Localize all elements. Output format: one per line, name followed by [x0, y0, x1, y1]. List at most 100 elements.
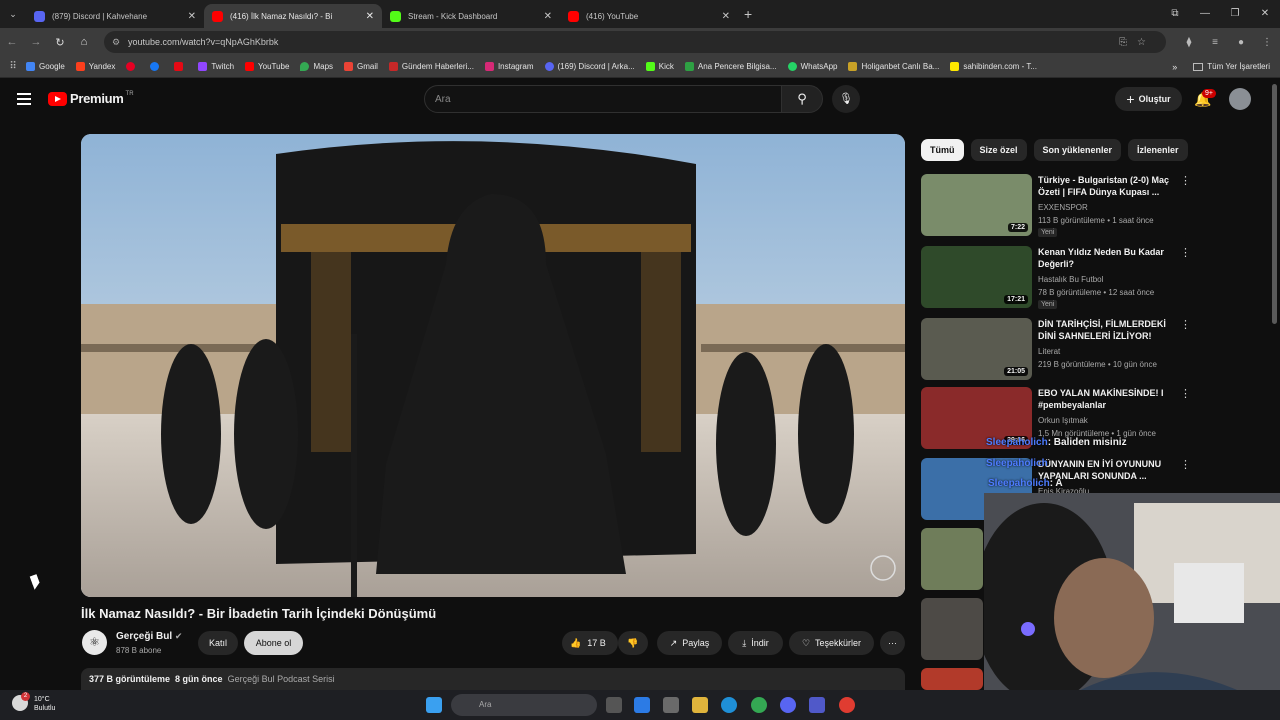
share-button[interactable]: ↗ Paylaş: [657, 631, 722, 655]
store-icon[interactable]: [663, 697, 679, 713]
rec-channel[interactable]: Orkun Işıtmak: [1038, 416, 1170, 425]
subscribe-button[interactable]: Abone ol: [244, 631, 303, 655]
tab-search-icon[interactable]: ⌄: [0, 9, 26, 20]
chip-all[interactable]: Tümü: [921, 139, 964, 161]
create-button[interactable]: + Oluştur: [1115, 87, 1182, 111]
youtube-logo[interactable]: Premium TR: [48, 91, 134, 106]
dislike-button[interactable]: 👎: [618, 631, 648, 655]
bookmark-kick-2[interactable]: Ana Pencere Bilgisa...: [684, 62, 777, 71]
bookmark-instagram[interactable]: Instagram: [484, 62, 534, 71]
rec-title[interactable]: EBO YALAN MAKİNESİNDE! I #pembeyalanlar: [1038, 387, 1170, 411]
recommendation-item[interactable]: 17:21 Kenan Yıldız Neden Bu Kadar Değerl…: [921, 246, 1191, 309]
discord-icon[interactable]: [780, 697, 796, 713]
copilot-icon[interactable]: [634, 697, 650, 713]
bookmark-google[interactable]: Google: [26, 62, 65, 71]
channel-name[interactable]: Gerçeği Bul ✔: [116, 631, 182, 642]
recommendation-item[interactable]: [921, 528, 983, 590]
bookmark-twitch[interactable]: Twitch: [198, 62, 234, 71]
video-thumbnail[interactable]: [921, 598, 983, 660]
close-window-icon[interactable]: ✕: [1250, 0, 1280, 28]
rec-title[interactable]: Kenan Yıldız Neden Bu Kadar Değerli?: [1038, 246, 1170, 270]
chip-recent[interactable]: Son yüklenenler: [1033, 139, 1122, 161]
chrome-icon[interactable]: [751, 697, 767, 713]
more-options-icon[interactable]: ⋮: [1180, 318, 1191, 331]
tab-kick[interactable]: Stream - Kick Dashboard ✕: [382, 4, 560, 28]
file-explorer-icon[interactable]: [692, 697, 708, 713]
chip-watched[interactable]: İzlenenler: [1128, 139, 1188, 161]
bookmark-maps[interactable]: Maps: [300, 62, 333, 71]
back-icon[interactable]: ←: [0, 36, 24, 48]
recommendation-item[interactable]: 7:22 Türkiye - Bulgaristan (2-0) Maç Öze…: [921, 174, 1191, 237]
video-thumbnail[interactable]: 21:05: [921, 318, 1032, 380]
bookmark-star-icon[interactable]: ⎘☆: [1119, 37, 1156, 48]
bookmark-pinterest[interactable]: [126, 62, 139, 71]
chevron-right-icon[interactable]: »: [1172, 62, 1177, 72]
video-player[interactable]: [81, 134, 905, 597]
thanks-button[interactable]: ♡ Teşekkürler: [789, 631, 874, 655]
bookmark-yandex[interactable]: Yandex: [75, 62, 115, 71]
all-bookmarks[interactable]: » Tüm Yer İşaretleri: [1172, 62, 1270, 72]
tab-youtube[interactable]: (416) YouTube ✕: [560, 4, 738, 28]
browser-menu-icon[interactable]: ⋮: [1254, 37, 1280, 48]
profile-icon[interactable]: ●: [1228, 37, 1254, 48]
tab-discord[interactable]: (879) Discord | Kahvehane ✕: [26, 4, 204, 28]
tab-sync-icon[interactable]: ⧉: [1160, 0, 1190, 28]
recommendation-item[interactable]: [921, 668, 983, 690]
more-options-icon[interactable]: ⋮: [1180, 174, 1191, 187]
video-thumbnail[interactable]: 17:21: [921, 246, 1032, 308]
minimize-icon[interactable]: —: [1190, 0, 1220, 28]
search-input[interactable]: Ara: [424, 85, 782, 113]
forward-icon[interactable]: →: [24, 36, 48, 48]
rec-title[interactable]: DİN TARİHÇİSİ, FİLMLERDEKİ DİNİ SAHNELER…: [1038, 318, 1170, 342]
close-tab-icon[interactable]: ✕: [722, 11, 730, 22]
rec-title[interactable]: Türkiye - Bulgaristan (2-0) Maç Özeti | …: [1038, 174, 1170, 198]
like-button[interactable]: 👍 17 B: [562, 631, 618, 655]
apps-grid-icon[interactable]: ⠿: [0, 61, 26, 72]
menu-icon[interactable]: [17, 93, 31, 108]
home-icon[interactable]: ⌂: [72, 36, 96, 48]
channel-avatar[interactable]: ⚛: [82, 630, 107, 655]
more-options-icon[interactable]: ⋮: [1180, 387, 1191, 400]
recommendation-item[interactable]: 21:05 DİN TARİHÇİSİ, FİLMLERDEKİ DİNİ SA…: [921, 318, 1191, 380]
search-button[interactable]: ⚲: [781, 85, 823, 113]
bookmark-kick[interactable]: Kick: [645, 62, 674, 71]
media-icon[interactable]: ≡: [1202, 37, 1228, 48]
bookmark-discord[interactable]: (169) Discord | Arka...: [544, 62, 635, 71]
teams-icon[interactable]: [809, 697, 825, 713]
bookmark-youtube[interactable]: YouTube: [245, 62, 289, 71]
start-icon[interactable]: [426, 697, 442, 713]
page-scrollbar[interactable]: [1272, 84, 1277, 324]
site-info-icon[interactable]: ⚙: [112, 37, 120, 48]
bookmark-whatsapp[interactable]: WhatsApp: [787, 62, 837, 71]
close-tab-icon[interactable]: ✕: [366, 11, 374, 22]
account-avatar[interactable]: [1229, 88, 1251, 110]
more-actions-button[interactable]: ···: [880, 631, 905, 655]
taskbar-search[interactable]: Ara: [451, 694, 597, 716]
bookmark-holiganbet[interactable]: Holiganbet Canlı Ba...: [848, 62, 939, 71]
address-bar[interactable]: ⚙ youtube.com/watch?v=qNpAGhKbrbk ⎘☆: [104, 31, 1166, 53]
reload-icon[interactable]: ↻: [48, 36, 72, 49]
rec-channel[interactable]: Literat: [1038, 347, 1170, 356]
task-view-icon[interactable]: [606, 697, 622, 713]
bookmark-netflix[interactable]: [174, 62, 187, 71]
join-button[interactable]: Katıl: [198, 631, 238, 655]
rec-channel[interactable]: Hastalık Bu Futbol: [1038, 275, 1170, 284]
weather-widget[interactable]: 2 10°C Bulutlu: [12, 692, 55, 713]
chip-for-you[interactable]: Size özel: [970, 139, 1027, 161]
bookmark-gmail[interactable]: Gmail: [344, 62, 378, 71]
app-icon[interactable]: [839, 697, 855, 713]
close-tab-icon[interactable]: ✕: [188, 11, 196, 22]
new-tab-button[interactable]: +: [744, 6, 752, 22]
bookmark-news[interactable]: Gündem Haberleri...: [388, 62, 474, 71]
microphone-icon[interactable]: 🎙: [832, 85, 860, 113]
series-link[interactable]: Gerçeği Bul Podcast Serisi: [228, 674, 335, 684]
video-thumbnail[interactable]: 7:22: [921, 174, 1032, 236]
rec-channel[interactable]: EXXENSPOR: [1038, 203, 1170, 212]
video-thumbnail[interactable]: [921, 528, 983, 590]
more-options-icon[interactable]: ⋮: [1180, 246, 1191, 259]
extensions-icon[interactable]: ⧫: [1176, 37, 1202, 48]
video-thumbnail[interactable]: [921, 668, 983, 690]
tab-video[interactable]: (416) İlk Namaz Nasıldı? - Bi ✕: [204, 4, 382, 28]
edge-icon[interactable]: [721, 697, 737, 713]
maximize-icon[interactable]: ❐: [1220, 0, 1250, 28]
